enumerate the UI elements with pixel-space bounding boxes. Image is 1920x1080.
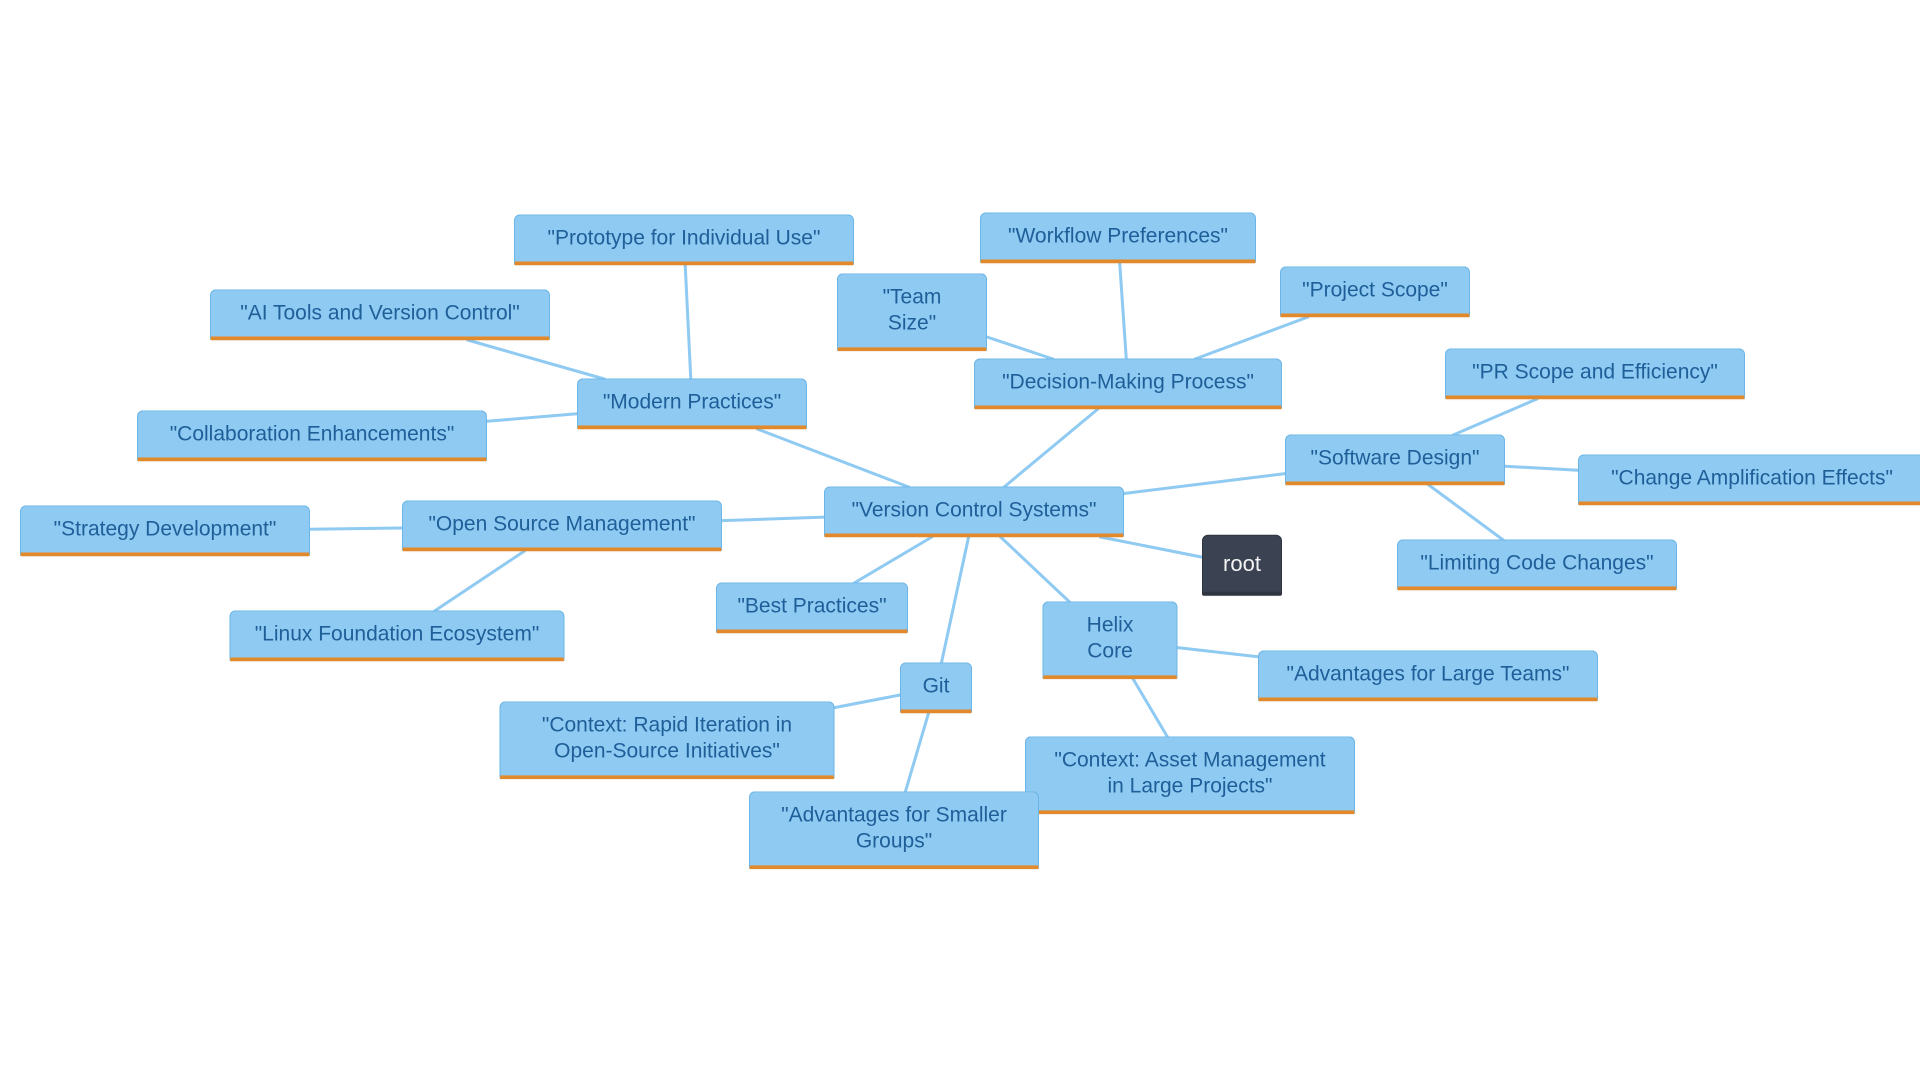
- edge-softdesign-limitcode: [1429, 485, 1503, 540]
- edge-decision-scope: [1195, 317, 1308, 359]
- node-bestprac[interactable]: "Best Practices": [716, 582, 908, 633]
- edge-git-ctxrapid: [835, 695, 901, 708]
- edge-root-vcs: [1100, 537, 1202, 557]
- edge-osm-linuxeco: [435, 551, 525, 611]
- edge-helix-advlarge: [1178, 648, 1259, 657]
- node-proto[interactable]: "Prototype for Individual Use": [514, 214, 854, 265]
- edge-osm-stratdev: [310, 528, 402, 529]
- node-modern[interactable]: "Modern Practices": [577, 378, 807, 429]
- edge-softdesign-changeamp: [1505, 466, 1578, 470]
- node-helix[interactable]: Helix Core: [1043, 601, 1178, 679]
- node-prscope[interactable]: "PR Scope and Efficiency": [1445, 348, 1745, 399]
- edge-decision-teamsize: [987, 337, 1053, 359]
- node-git[interactable]: Git: [900, 662, 972, 713]
- node-root[interactable]: root: [1202, 535, 1282, 596]
- edge-vcs-bestprac: [854, 537, 932, 583]
- edge-git-advsmall: [904, 713, 929, 796]
- mindmap-canvas: root "Version Control Systems" "Decision-M…: [0, 0, 1920, 1080]
- node-softdesign[interactable]: "Software Design": [1285, 434, 1505, 485]
- node-advlarge[interactable]: "Advantages for Large Teams": [1258, 650, 1598, 701]
- edge-modern-proto: [685, 265, 691, 379]
- edge-vcs-git: [941, 537, 968, 663]
- edge-vcs-decision: [1004, 409, 1098, 487]
- edge-vcs-modern: [757, 429, 908, 487]
- node-limitcode[interactable]: "Limiting Code Changes": [1397, 539, 1677, 590]
- node-teamsize[interactable]: "Team Size": [837, 273, 987, 351]
- node-scope[interactable]: "Project Scope": [1280, 266, 1470, 317]
- edge-softdesign-prscope: [1453, 399, 1537, 435]
- node-osm[interactable]: "Open Source Management": [402, 500, 722, 551]
- node-aitools[interactable]: "AI Tools and Version Control": [210, 289, 550, 340]
- node-advsmall[interactable]: "Advantages for Smaller Groups": [749, 791, 1039, 869]
- node-linuxeco[interactable]: "Linux Foundation Ecosystem": [230, 610, 565, 661]
- node-collab[interactable]: "Collaboration Enhancements": [137, 410, 487, 461]
- edge-vcs-osm: [722, 517, 824, 521]
- node-ctxasset[interactable]: "Context: Asset Management in Large Proj…: [1025, 736, 1355, 814]
- node-decision[interactable]: "Decision-Making Process": [974, 358, 1282, 409]
- edge-modern-aitools: [468, 340, 605, 379]
- node-ctxrapid[interactable]: "Context: Rapid Iteration in Open-Source…: [500, 701, 835, 779]
- node-workflow[interactable]: "Workflow Preferences": [980, 212, 1256, 263]
- edge-vcs-softdesign: [1124, 474, 1285, 494]
- edge-modern-collab: [487, 414, 577, 422]
- node-vcs[interactable]: "Version Control Systems": [824, 486, 1124, 537]
- edge-decision-workflow: [1120, 263, 1127, 359]
- node-stratdev[interactable]: "Strategy Development": [20, 505, 310, 556]
- node-changeamp[interactable]: "Change Amplification Effects": [1578, 454, 1920, 505]
